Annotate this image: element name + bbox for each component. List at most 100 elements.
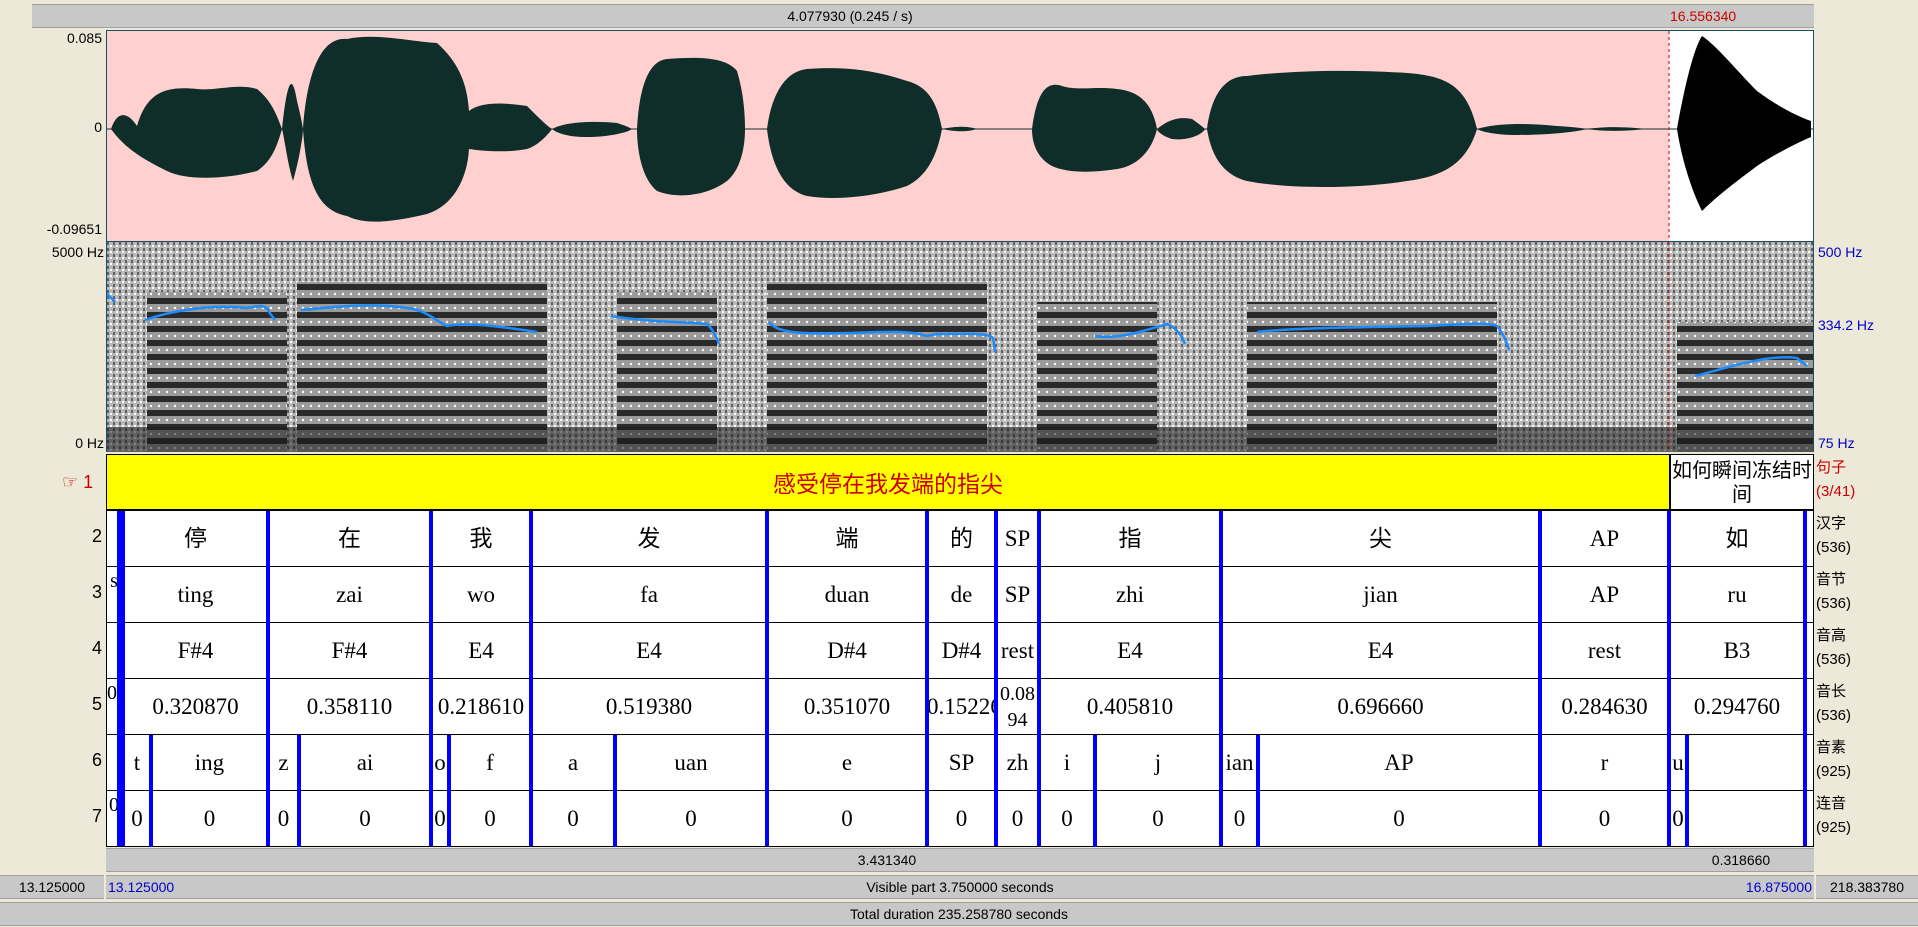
tier3-cell[interactable]: zai [268, 567, 431, 623]
word-boundary[interactable] [1037, 511, 1041, 846]
tier2-cell[interactable]: 的 [927, 511, 996, 567]
tier1-next-interval[interactable]: 如何瞬间冻结时间 [1671, 455, 1813, 509]
tier4-cell[interactable]: F#4 [123, 623, 268, 679]
tier5-cell[interactable]: 0.358110 [268, 679, 431, 735]
selection-span-bar[interactable]: 3.431340 [106, 848, 1668, 872]
tier4-cell[interactable]: D#4 [927, 623, 996, 679]
tier6-cell[interactable]: zh [996, 735, 1039, 791]
tier3-cell[interactable]: de [927, 567, 996, 623]
tier-number[interactable]: 2 [72, 526, 102, 547]
tier6-cell[interactable]: uan [615, 735, 767, 791]
tier7-cell[interactable]: 0 [1039, 791, 1095, 847]
word-boundary[interactable] [994, 511, 998, 846]
spectrogram-panel[interactable] [106, 242, 1814, 452]
tier6-cell[interactable]: z [268, 735, 299, 791]
tier1-boundary[interactable] [1669, 455, 1671, 509]
tier5-cell[interactable]: 0.0894 [996, 679, 1039, 737]
tier6-cell[interactable]: f [449, 735, 531, 791]
tier4-cell[interactable]: B3 [1669, 623, 1805, 679]
tier5-cell[interactable]: 0.152260 [927, 679, 996, 735]
tier7-cell[interactable]: 0 [767, 791, 927, 847]
tier7-cell[interactable]: 0 [1095, 791, 1221, 847]
annotation-tiers[interactable]: 停在我发端的 SP 指尖 AP 如 ting zai wo fa duan de SP zhi jian A… [106, 510, 1814, 847]
tier7-cell[interactable]: 0 [1221, 791, 1258, 847]
tier2-cell[interactable]: 停 [123, 511, 268, 567]
phone-boundary[interactable] [149, 735, 153, 847]
tier5-cell[interactable]: 0.696660 [1221, 679, 1540, 735]
phone-boundary[interactable] [297, 735, 301, 847]
tier6-cell[interactable]: j [1095, 735, 1221, 791]
tier5-cell[interactable]: 0.284630 [1540, 679, 1669, 735]
tier-number[interactable]: 4 [72, 638, 102, 659]
tier-number[interactable]: 7 [72, 806, 102, 827]
word-boundary[interactable] [121, 511, 125, 846]
tier3-cell[interactable]: AP [1540, 567, 1669, 623]
tier6-cell[interactable]: SP [927, 735, 996, 791]
tier3-cell[interactable]: ting [123, 567, 268, 623]
tier6-cell[interactable]: ai [299, 735, 431, 791]
tier7-cell[interactable]: 0 [1540, 791, 1669, 847]
tier2-cell[interactable]: AP [1540, 511, 1669, 567]
tier4-cell[interactable]: E4 [1039, 623, 1221, 679]
tier7-cell[interactable]: 0 [1258, 791, 1540, 847]
right-hidden-bar[interactable]: 218.383780 [1816, 875, 1918, 899]
phone-boundary[interactable] [1256, 735, 1260, 847]
tier3-cell[interactable]: ru [1669, 567, 1805, 623]
tier7-cell[interactable]: 0 [268, 791, 299, 847]
tier2-cell[interactable]: 在 [268, 511, 431, 567]
tier5-cell[interactable]: 0.519380 [531, 679, 767, 735]
tier-number[interactable]: 6 [72, 750, 102, 771]
tier6-cell[interactable]: e [767, 735, 927, 791]
tier5-cell[interactable]: 0.294760 [1669, 679, 1805, 735]
tier3-cell[interactable]: fa [531, 567, 767, 623]
word-boundary[interactable] [429, 511, 433, 846]
tier7-cell[interactable]: 0 [615, 791, 767, 847]
word-boundary[interactable] [765, 511, 769, 846]
tier1-selected-interval[interactable]: 感受停在我发端的指尖 [107, 455, 1669, 509]
tier1-sentence[interactable]: 感受停在我发端的指尖 如何瞬间冻结时间 [106, 454, 1814, 510]
tier4-cell[interactable]: E4 [431, 623, 531, 679]
tier7-cell[interactable]: 0 [531, 791, 615, 847]
tier2-cell[interactable]: 指 [1039, 511, 1221, 567]
tier5-cell[interactable]: 0.320870 [123, 679, 268, 735]
tier2-cell[interactable]: 我 [431, 511, 531, 567]
tier6-cell[interactable]: ian [1221, 735, 1258, 791]
tier7-cell[interactable]: 0 [927, 791, 996, 847]
tier3-cell[interactable]: jian [1221, 567, 1540, 623]
tier4-cell[interactable]: D#4 [767, 623, 927, 679]
phone-boundary[interactable] [1685, 735, 1689, 847]
tier2-cell[interactable]: 发 [531, 511, 767, 567]
word-boundary[interactable] [1219, 511, 1223, 846]
word-boundary[interactable] [1803, 511, 1807, 846]
tier3-cell[interactable]: SP [996, 567, 1039, 623]
tier3-cell[interactable]: duan [767, 567, 927, 623]
tier7-cell[interactable]: 0 [299, 791, 431, 847]
tier6-cell[interactable]: t [123, 735, 151, 791]
tier7-cell[interactable]: 0 [151, 791, 268, 847]
tier2-cell[interactable]: 尖 [1221, 511, 1540, 567]
tier6-cell[interactable]: ing [151, 735, 268, 791]
tier6-cell[interactable]: a [531, 735, 615, 791]
phone-boundary[interactable] [447, 735, 451, 847]
word-boundary[interactable] [529, 511, 533, 846]
tier7-cell[interactable]: 0 [449, 791, 531, 847]
visible-part-bar[interactable]: 13.125000 Visible part 3.750000 seconds … [106, 875, 1814, 899]
tier4-cell[interactable]: rest [996, 623, 1039, 679]
tier6-cell[interactable]: i [1039, 735, 1095, 791]
tier2-cell[interactable]: 如 [1669, 511, 1805, 567]
tier5-cell[interactable]: 0.351070 [767, 679, 927, 735]
tier4-cell[interactable]: rest [1540, 623, 1669, 679]
tier6-cell[interactable]: r [1540, 735, 1669, 791]
selection-duration-bar[interactable]: 4.077930 (0.245 / s) [32, 4, 1668, 28]
tier2-cell[interactable]: 端 [767, 511, 927, 567]
tier4-cell[interactable]: E4 [1221, 623, 1540, 679]
tier3-cell[interactable]: wo [431, 567, 531, 623]
word-boundary[interactable] [1667, 511, 1671, 846]
tier7-cell[interactable]: 0 [123, 791, 151, 847]
tier5-cell[interactable]: 0.405810 [1039, 679, 1221, 735]
tier7-cell[interactable]: 0 [996, 791, 1039, 847]
tier6-cell[interactable] [1687, 735, 1805, 791]
tier4-cell[interactable]: F#4 [268, 623, 431, 679]
word-boundary[interactable] [1538, 511, 1542, 846]
tier2-cell[interactable]: SP [996, 511, 1039, 567]
